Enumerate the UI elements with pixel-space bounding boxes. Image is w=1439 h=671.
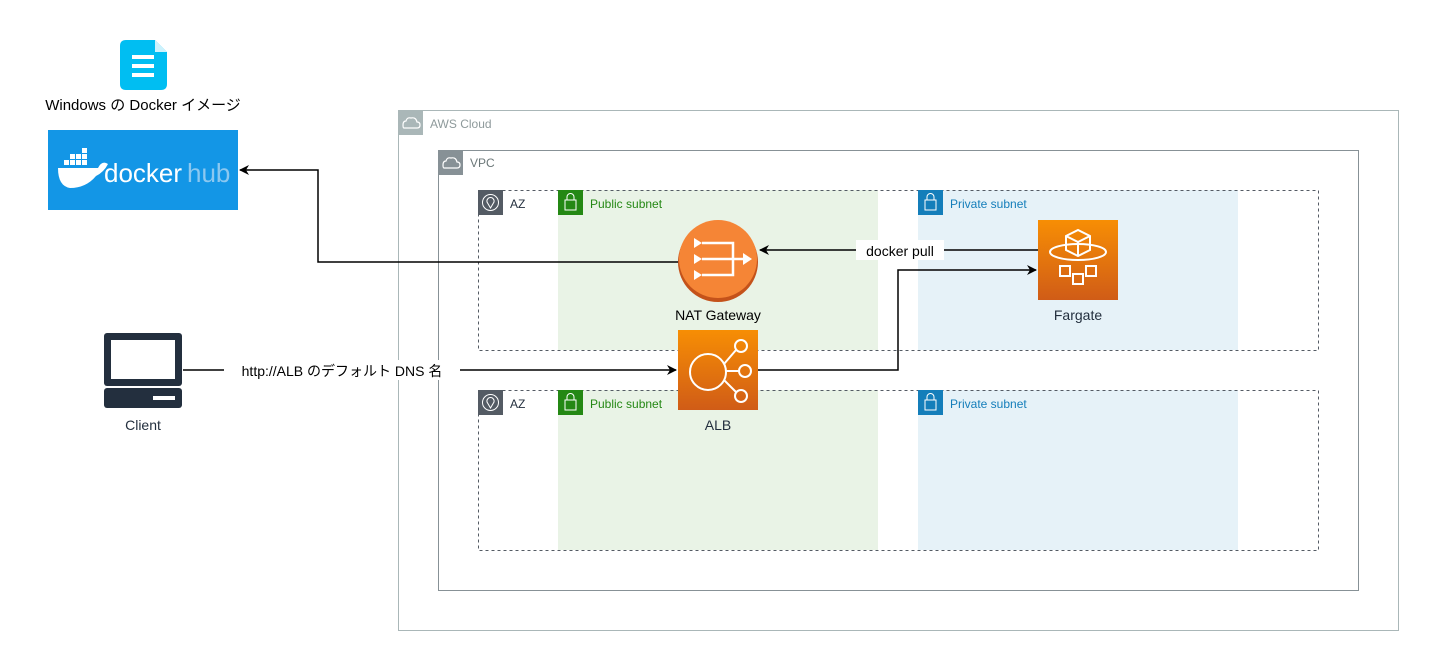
alb-label: ALB [705,417,731,433]
az-group-2: AZ Public subnet Private subnet [478,390,1319,551]
architecture-diagram: Windows の Docker イメージ docker hub AWS Clo… [45,40,1399,631]
az-label: AZ [510,197,525,211]
docker-pull-label: docker pull [866,243,934,259]
private-subnet-label: Private subnet [950,197,1027,211]
dockerhub-logo: docker hub [48,130,238,210]
dockerhub-docker-text: docker [104,158,182,188]
diagram-canvas: Windows の Docker イメージ docker hub AWS Clo… [0,0,1439,671]
public-subnet-2 [558,390,878,550]
private-subnet-label: Private subnet [950,397,1027,411]
location-pin-icon [478,190,503,215]
nat-gateway-label: NAT Gateway [675,307,761,323]
public-subnet-label: Public subnet [590,197,663,211]
client-to-alb-label: http://ALB のデフォルト DNS 名 [242,363,443,379]
az-label: AZ [510,397,525,411]
dockerhub-hub-text: hub [187,158,230,188]
private-subnet-2 [918,390,1238,550]
fargate-label: Fargate [1054,307,1102,323]
vpc-label: VPC [470,156,495,170]
client-computer-icon[interactable] [104,333,182,408]
location-pin-icon [478,390,503,415]
client-label: Client [125,417,161,433]
fargate-icon[interactable] [1038,220,1118,300]
aws-cloud-label: AWS Cloud [430,117,492,131]
public-subnet-label: Public subnet [590,397,663,411]
document-icon [120,40,167,90]
alb-icon[interactable] [678,330,758,410]
image-label: Windows の Docker イメージ [45,97,241,114]
nat-gateway-icon[interactable] [678,220,758,302]
